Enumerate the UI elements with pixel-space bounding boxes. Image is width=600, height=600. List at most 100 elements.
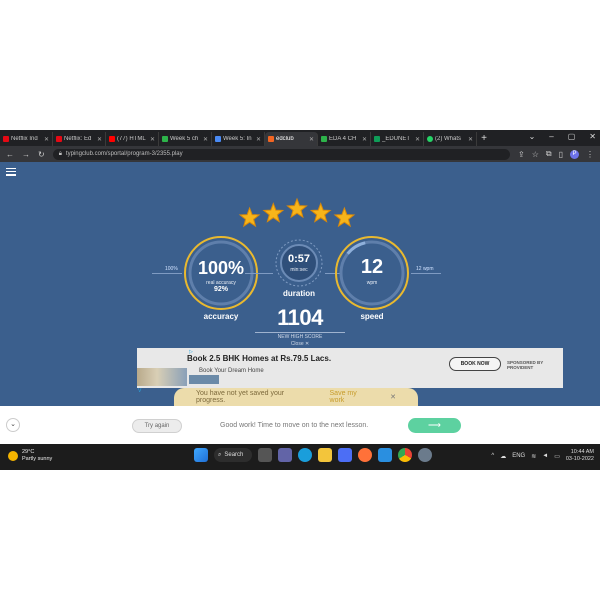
bookmark-star-icon[interactable]: ☆ (532, 150, 539, 159)
ad-building-image (137, 368, 187, 386)
menu-icon[interactable]: ⋮ (586, 150, 594, 159)
notice-close-icon[interactable]: ✕ (390, 393, 396, 401)
clock[interactable]: 10:44 AM 03-10-2022 (566, 449, 594, 463)
unsaved-progress-notice: You have not yet saved your progress. Sa… (174, 388, 418, 406)
share-icon[interactable]: ⇪ (518, 150, 525, 159)
close-tab-icon[interactable]: ✕ (362, 136, 367, 143)
ad-subtitle: Book Your Dream Home (199, 368, 264, 374)
accuracy-side-value: 100% (165, 266, 178, 272)
tab-youtube[interactable]: (77) HTML ✕ (106, 132, 159, 146)
tab-title: Week 5 ch (170, 136, 199, 142)
omnibox[interactable]: 🔒︎ typingclub.com/sportal/program-3/2355… (52, 148, 510, 160)
store-icon[interactable] (338, 448, 352, 462)
score-block: 1104 NEW HIGH SCORE Close ✕ (255, 305, 345, 347)
battery-icon[interactable]: ▭ (554, 453, 560, 460)
address-bar-row: ← → ↻ 🔒︎ typingclub.com/sportal/program-… (0, 146, 600, 162)
system-tray: ^ ☁ ENG ≋ ◄ ▭ 10:44 AM 03-10-2022 (491, 449, 594, 463)
partly-sunny-icon (8, 451, 18, 461)
forward-icon[interactable]: → (22, 150, 30, 159)
ad-logo-image (189, 375, 219, 384)
netflix-icon (56, 136, 62, 142)
save-my-work-link[interactable]: Save my work (330, 390, 373, 404)
tab-netflix-ind[interactable]: Netflix Ind ✕ (0, 132, 53, 146)
close-tab-icon[interactable]: ✕ (44, 136, 49, 143)
speed-value: 12 (360, 256, 384, 278)
file-explorer-icon[interactable] (318, 448, 332, 462)
back-icon[interactable]: ← (6, 150, 14, 159)
volume-icon[interactable]: ◄ (542, 453, 548, 459)
teams-chat-icon[interactable] (278, 448, 292, 462)
duration-value: 0:57 (287, 253, 311, 265)
clock-time: 10:44 AM (570, 449, 594, 455)
stars-rating (238, 197, 356, 228)
tab-title: (2) Whats (435, 136, 462, 142)
minimize-icon[interactable]: – (549, 132, 553, 141)
ad-title[interactable]: Book 2.5 BHK Homes at Rs.79.5 Lacs. (187, 354, 331, 363)
task-view-icon[interactable] (258, 448, 272, 462)
chevron-down-icon[interactable]: ⌄ (6, 418, 20, 432)
duration-gauge: 0:57 min:sec (274, 238, 324, 288)
maximize-icon[interactable]: ▢ (568, 132, 576, 141)
tab-title: Netflix Ind (11, 136, 38, 142)
tab-eda[interactable]: EDA 4 CH ✕ (318, 132, 371, 146)
youtube-icon (109, 136, 115, 142)
tab-netflix-ed[interactable]: Netflix: Ed ✕ (53, 132, 106, 146)
next-lesson-button[interactable]: ⟶ (408, 418, 461, 433)
url-text: typingclub.com/sportal/program-3/2355.pl… (65, 151, 183, 157)
windows-start-icon[interactable] (194, 448, 208, 462)
reload-icon[interactable]: ↻ (38, 150, 45, 159)
extensions-icon[interactable]: ⧉ (546, 149, 552, 159)
accuracy-value: 100% (197, 258, 245, 278)
close-tab-icon[interactable]: ✕ (150, 136, 155, 143)
new-tab-button[interactable]: + (477, 132, 491, 146)
tab-week5-ch[interactable]: Week 5 ch ✕ (159, 132, 212, 146)
tab-title: (77) HTML (117, 136, 146, 142)
try-again-button[interactable]: Try again (132, 419, 182, 433)
edge-icon[interactable] (298, 448, 312, 462)
lock-icon: 🔒︎ (58, 150, 62, 157)
ad-info-icon[interactable]: V (138, 388, 141, 394)
chevron-up-icon[interactable]: ^ (491, 453, 494, 459)
close-tab-icon[interactable]: ✕ (468, 136, 473, 143)
docs-icon (215, 136, 221, 142)
close-tab-icon[interactable]: ✕ (415, 136, 420, 143)
duration-label: duration (283, 289, 315, 298)
search-icon: ⌕ (218, 451, 222, 458)
tab-week5-in[interactable]: Week 5: In ✕ (212, 132, 265, 146)
firefox-icon[interactable] (358, 448, 372, 462)
speed-gauge: 12 wpm (333, 234, 411, 312)
edclub-icon (268, 136, 274, 142)
close-tab-icon[interactable]: ✕ (97, 136, 102, 143)
score-value: 1104 (277, 305, 323, 330)
taskbar-apps: ⌕ Search (194, 448, 432, 462)
hamburger-menu-icon[interactable] (6, 168, 16, 178)
wifi-icon[interactable]: ≋ (531, 453, 536, 460)
settings-gear-icon[interactable] (418, 448, 432, 462)
ad-book-now-button[interactable]: BOOK NOW (449, 357, 501, 371)
tab-title: _EDUNET (382, 136, 411, 142)
close-window-icon[interactable]: ✕ (589, 132, 596, 141)
vscode-icon[interactable] (378, 448, 392, 462)
chrome-icon[interactable] (398, 448, 412, 462)
star-icon (262, 202, 285, 223)
score-close-link[interactable]: Close ✕ (255, 341, 345, 347)
tab-whatsapp[interactable]: (2) Whats ✕ (424, 132, 477, 146)
close-tab-icon[interactable]: ✕ (309, 136, 314, 143)
cloud-icon[interactable]: ☁ (500, 453, 506, 460)
sidepanel-icon[interactable]: ▯ (559, 150, 563, 159)
advertisement-banner[interactable]: ▷ Book 2.5 BHK Homes at Rs.79.5 Lacs. Bo… (137, 348, 563, 394)
tab-bar: Netflix Ind ✕ Netflix: Ed ✕ (77) HTML ✕ Wee… (0, 130, 600, 146)
taskbar-search[interactable]: ⌕ Search (214, 448, 252, 462)
close-tab-icon[interactable]: ✕ (256, 136, 261, 143)
tab-search-icon[interactable]: ⌄ (529, 132, 536, 141)
speed-side-value: 12 wpm (416, 266, 434, 272)
tray-language[interactable]: ENG (512, 453, 525, 459)
tab-edunet[interactable]: _EDUNET ✕ (371, 132, 424, 146)
profile-avatar[interactable]: P (570, 149, 579, 159)
ad-sponsored-label: SPONSORED BY PROVIDENT (507, 360, 544, 370)
next-lesson-message: Good work! Time to move on to the next l… (220, 422, 369, 429)
close-tab-icon[interactable]: ✕ (203, 136, 208, 143)
star-icon (286, 197, 308, 219)
weather-widget[interactable]: 29°C Partly sunny (8, 449, 52, 463)
tab-edclub[interactable]: edclub ✕ (265, 132, 318, 146)
